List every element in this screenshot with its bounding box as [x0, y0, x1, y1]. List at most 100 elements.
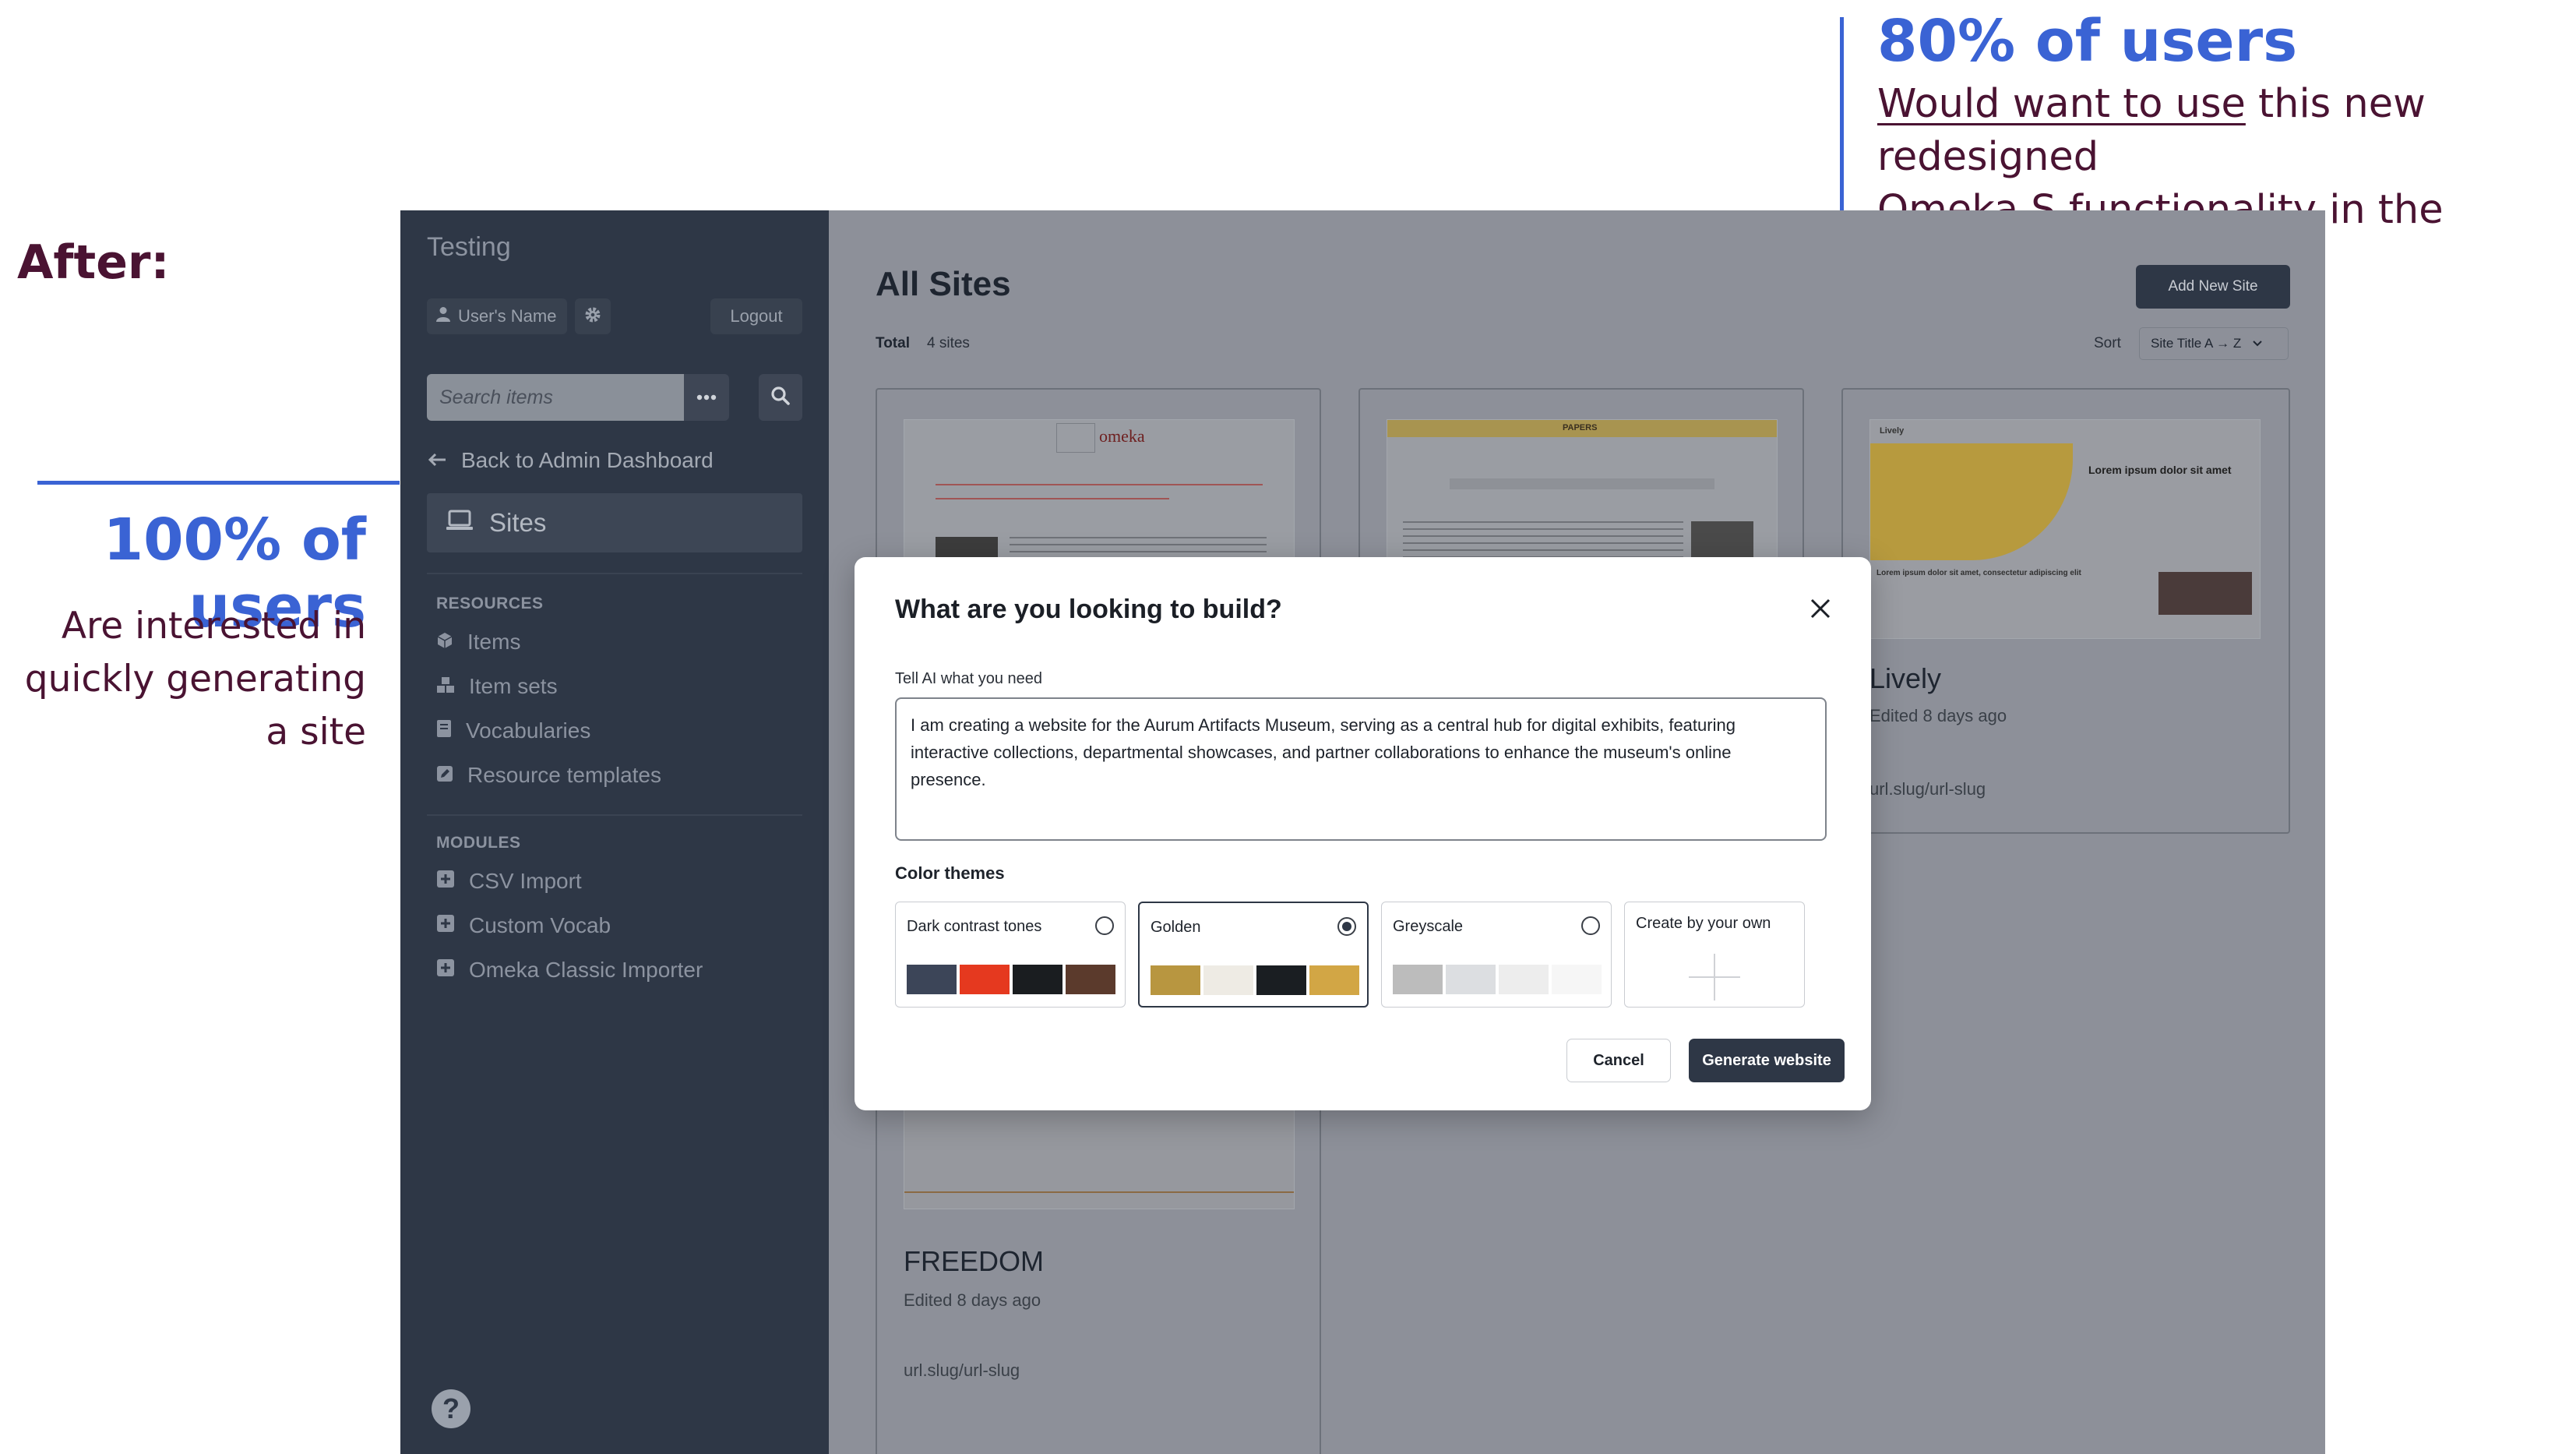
site-thumbnail: Lively Lorem ipsum dolor sit amet Lorem … — [1869, 419, 2261, 639]
logout-button[interactable]: Logout — [710, 298, 802, 334]
right-stat-line — [1840, 17, 1844, 210]
theme-card-golden[interactable]: Golden — [1138, 902, 1369, 1008]
theme-radio[interactable] — [1095, 916, 1114, 935]
thumb-brand: PAPERS — [1563, 423, 1598, 432]
swatch — [1309, 965, 1359, 995]
swatch — [1013, 965, 1062, 994]
chevron-down-icon — [2252, 336, 2263, 351]
user-icon — [436, 306, 450, 326]
sidebar-item-label: Items — [467, 630, 521, 654]
theme-swatches — [1151, 965, 1359, 995]
sidebar-item-sites[interactable]: Sites — [427, 493, 802, 552]
sidebar-title: Testing — [427, 232, 511, 262]
site-thumbnail — [904, 1099, 1295, 1209]
site-url[interactable]: url.slug/url-slug — [904, 1360, 1020, 1381]
search-icon — [770, 386, 791, 410]
plus-square-icon — [436, 869, 455, 894]
site-card-freedom[interactable]: FREEDOM Edited 8 days ago url.slug/url-s… — [876, 1099, 1321, 1454]
sidebar-item-label: Vocabularies — [466, 718, 591, 743]
thumb-hero-image — [1870, 443, 2073, 560]
right-stat-percent: 80% of users — [1877, 8, 2298, 75]
sidebar-item-label: CSV Import — [469, 869, 582, 893]
total-label: Total — [876, 335, 910, 351]
sidebar-item-vocabularies[interactable]: Vocabularies — [436, 718, 590, 743]
sidebar-item-omeka-classic-importer[interactable]: Omeka Classic Importer — [436, 958, 703, 983]
sidebar-divider — [427, 814, 802, 816]
modules-heading: MODULES — [436, 834, 521, 852]
theme-name: Golden — [1151, 919, 1201, 936]
add-new-site-button[interactable]: Add New Site — [2136, 265, 2290, 309]
close-button[interactable] — [1805, 595, 1836, 626]
theme-swatches — [1393, 965, 1602, 994]
sort-select[interactable]: Site Title A → Z — [2139, 327, 2289, 360]
book-icon — [436, 718, 452, 743]
theme-card-greyscale[interactable]: Greyscale — [1381, 902, 1612, 1008]
theme-swatches — [907, 965, 1115, 994]
laptop-icon — [446, 508, 474, 538]
site-edited: Edited 8 days ago — [1869, 706, 2007, 725]
site-name: Lively — [1869, 662, 1942, 694]
thumb-footer-line — [904, 1191, 1294, 1193]
site-edited: Edited 8 days ago — [904, 1290, 1041, 1310]
sidebar-item-custom-vocab[interactable]: Custom Vocab — [436, 913, 611, 938]
swatch — [1256, 965, 1306, 995]
cube-icon — [436, 630, 453, 655]
create-own-theme-card[interactable]: Create by your own — [1624, 902, 1805, 1008]
theme-card-dark-contrast[interactable]: Dark contrast tones — [895, 902, 1126, 1008]
cubes-icon — [436, 674, 455, 699]
ai-input-label: Tell AI what you need — [895, 670, 1043, 687]
cancel-button[interactable]: Cancel — [1566, 1039, 1671, 1082]
swatch — [907, 965, 957, 994]
thumb-search-row — [1450, 478, 1714, 489]
thumb-brand: omeka — [1099, 426, 1145, 446]
site-card-lively[interactable]: Lively Lorem ipsum dolor sit amet Lorem … — [1841, 388, 2290, 834]
sidebar-item-label: Item sets — [469, 674, 558, 698]
arrow-left-icon — [427, 448, 447, 473]
thumb-breadcrumb-line — [936, 498, 1169, 499]
theme-name: Greyscale — [1393, 918, 1464, 935]
sidebar-item-item-sets[interactable]: Item sets — [436, 674, 558, 699]
search-options-button[interactable] — [684, 374, 729, 421]
resources-heading: RESOURCES — [436, 595, 544, 612]
sidebar-item-items[interactable]: Items — [436, 630, 520, 655]
gear-icon — [583, 305, 602, 328]
settings-button[interactable] — [575, 298, 611, 334]
left-stat-connector-line — [37, 481, 400, 485]
dialog-title: What are you looking to build? — [895, 595, 1282, 624]
help-icon[interactable]: ? — [432, 1389, 470, 1428]
app-window: Testing User's Name Logout Search items — [400, 210, 2325, 1454]
theme-name: Dark contrast tones — [907, 918, 1042, 935]
user-menu[interactable]: User's Name — [427, 298, 567, 334]
search-button[interactable] — [759, 374, 802, 421]
thumb-nav-line — [936, 484, 1263, 485]
swatch — [960, 965, 1010, 994]
close-icon — [1809, 597, 1832, 624]
back-to-admin-link[interactable]: Back to Admin Dashboard — [427, 448, 714, 473]
theme-radio-selected[interactable] — [1337, 917, 1356, 936]
sort-value: Site Title A → Z — [2151, 336, 2242, 351]
generate-website-button[interactable]: Generate website — [1689, 1039, 1845, 1082]
sidebar-divider — [427, 573, 802, 574]
logo-icon — [1056, 423, 1095, 453]
thumb-brand: Lively — [1880, 426, 1905, 436]
after-label: After: — [17, 235, 170, 290]
swatch — [1552, 965, 1602, 994]
thumb-subheading: Lorem ipsum dolor sit amet, consectetur … — [1876, 569, 2081, 577]
sidebar-item-label: Custom Vocab — [469, 913, 611, 937]
page-title: All Sites — [876, 265, 1011, 303]
plus-icon — [1687, 952, 1742, 1002]
swatch — [1446, 965, 1496, 994]
theme-radio[interactable] — [1581, 916, 1600, 935]
left-stat-text: Are interested in quickly generating a s… — [0, 600, 366, 759]
plus-square-icon — [436, 958, 455, 983]
sort-label: Sort — [2094, 335, 2121, 351]
search-input[interactable]: Search items — [427, 374, 684, 421]
build-site-dialog: What are you looking to build? Tell AI w… — [855, 557, 1871, 1110]
site-url[interactable]: url.slug/url-slug — [1869, 779, 1986, 799]
ai-prompt-textarea[interactable]: I am creating a website for the Aurum Ar… — [895, 697, 1827, 841]
sidebar-item-resource-templates[interactable]: Resource templates — [436, 763, 661, 788]
edit-square-icon — [436, 763, 453, 788]
sidebar-item-csv-import[interactable]: CSV Import — [436, 869, 582, 894]
swatch — [1066, 965, 1115, 994]
sidebar-item-label: Resource templates — [467, 763, 662, 787]
